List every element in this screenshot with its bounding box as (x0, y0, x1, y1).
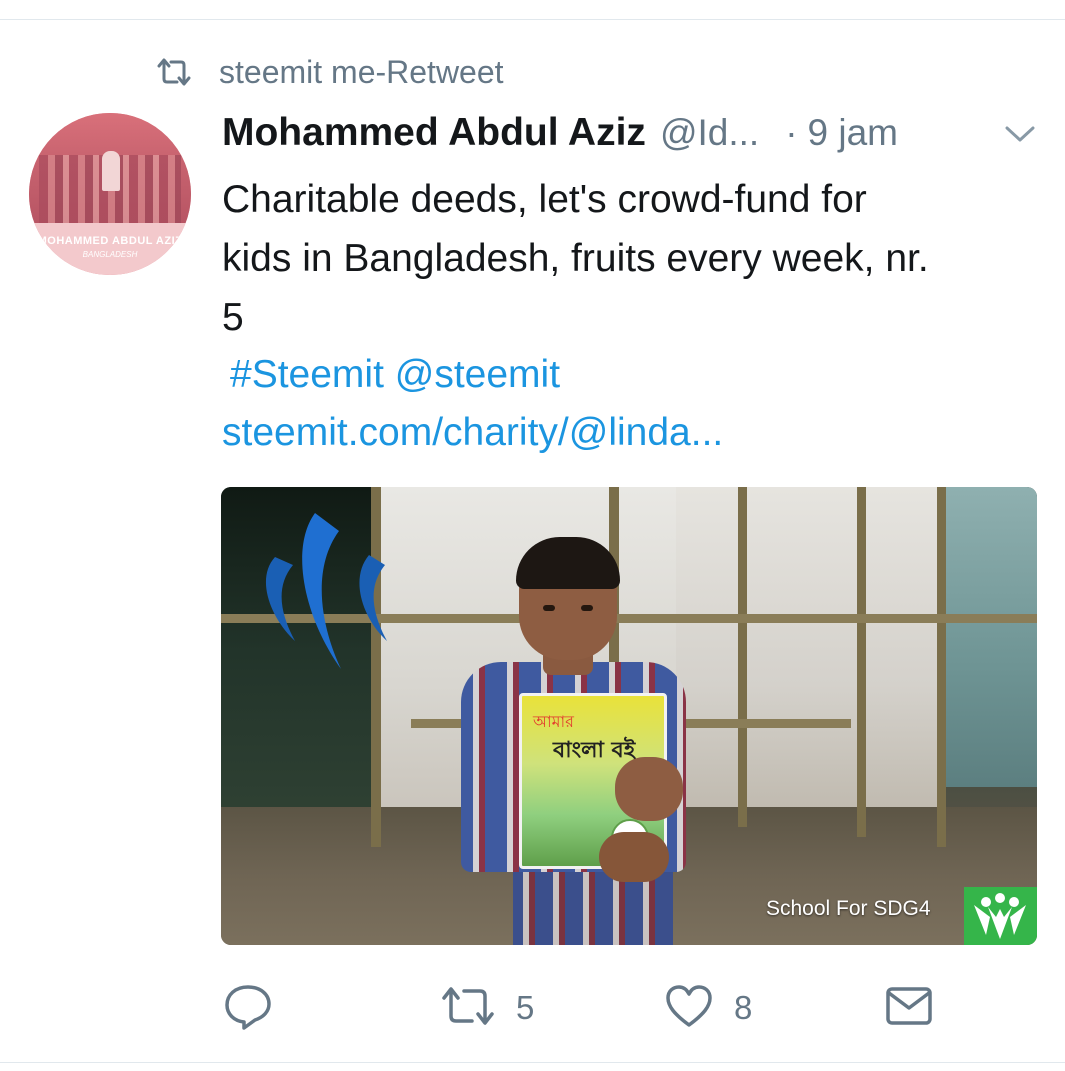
user-handle[interactable]: @Id... (660, 112, 759, 154)
photo-boy-hand (599, 832, 669, 882)
avatar-photo-adult (102, 151, 120, 191)
photo-tarp (943, 487, 1037, 787)
tweet-media-photo[interactable]: আমার বাংলা বই School For SDG4 (221, 487, 1037, 945)
direct-message-button[interactable] (884, 978, 934, 1038)
tweet-text-line: 5 (222, 296, 244, 339)
tweet-header: Mohammed Abdul Aziz @Id... · 9 jam (222, 108, 1042, 158)
display-name[interactable]: Mohammed Abdul Aziz (222, 111, 646, 155)
like-count: 8 (734, 989, 753, 1026)
avatar-caption-name: MOHAMMED ABDUL AZIZ (37, 235, 183, 247)
photo-bamboo-pole (738, 487, 747, 827)
hashtag-link[interactable]: #Steemit (230, 353, 384, 396)
tweet-entities: #Steemit @steemit (230, 347, 560, 403)
envelope-icon (884, 985, 934, 1032)
steem-logo-icon (265, 513, 387, 669)
photo-boy-eye (581, 605, 593, 611)
url-link[interactable]: steemit.com/charity/@linda... (222, 405, 723, 461)
retweet-count: 5 (516, 989, 535, 1026)
retweet-context-text[interactable]: steemit me-Retweet (219, 54, 504, 91)
retweet-button[interactable]: 5 (440, 978, 534, 1038)
photo-tarp (676, 487, 946, 817)
photo-bamboo-pole (857, 487, 866, 837)
chevron-down-icon[interactable] (1003, 124, 1037, 149)
heart-icon (664, 983, 714, 1034)
retweet-icon (440, 984, 496, 1033)
tweet-text-line: Charitable deeds, let's crowd-fund for (222, 178, 867, 221)
tweet-actions: 5 8 (0, 978, 1065, 1038)
photo-boy-eye (543, 605, 555, 611)
tweet-time[interactable]: 9 jam (808, 112, 898, 154)
retweet-icon (155, 57, 193, 87)
photo-book-title-line1: আমার (533, 712, 574, 731)
reply-button[interactable] (222, 978, 274, 1038)
top-divider (0, 19, 1065, 20)
bottom-divider (0, 1062, 1065, 1063)
avatar-caption-country: BANGLADESH (82, 250, 138, 259)
tweet-text-line: kids in Bangladesh, fruits every week, n… (222, 237, 929, 280)
photo-bamboo-pole (937, 487, 946, 847)
reply-icon (222, 982, 274, 1035)
like-button[interactable]: 8 (664, 978, 752, 1038)
watermark-text: School For SDG4 (766, 897, 931, 920)
school-for-sdg4-logo-icon (964, 887, 1037, 945)
photo-book-title-line2: বাংলা বই (553, 738, 636, 763)
mention-link[interactable]: @steemit (395, 353, 560, 396)
avatar[interactable]: MOHAMMED ABDUL AZIZ BANGLADESH (29, 113, 191, 275)
tweet-text: Charitable deeds, let's crowd-fund for k… (222, 170, 1037, 347)
avatar-caption-band (29, 223, 191, 275)
header-separator: · (785, 112, 798, 153)
photo-boy-hand (615, 757, 683, 821)
retweet-context: steemit me-Retweet (155, 54, 504, 90)
